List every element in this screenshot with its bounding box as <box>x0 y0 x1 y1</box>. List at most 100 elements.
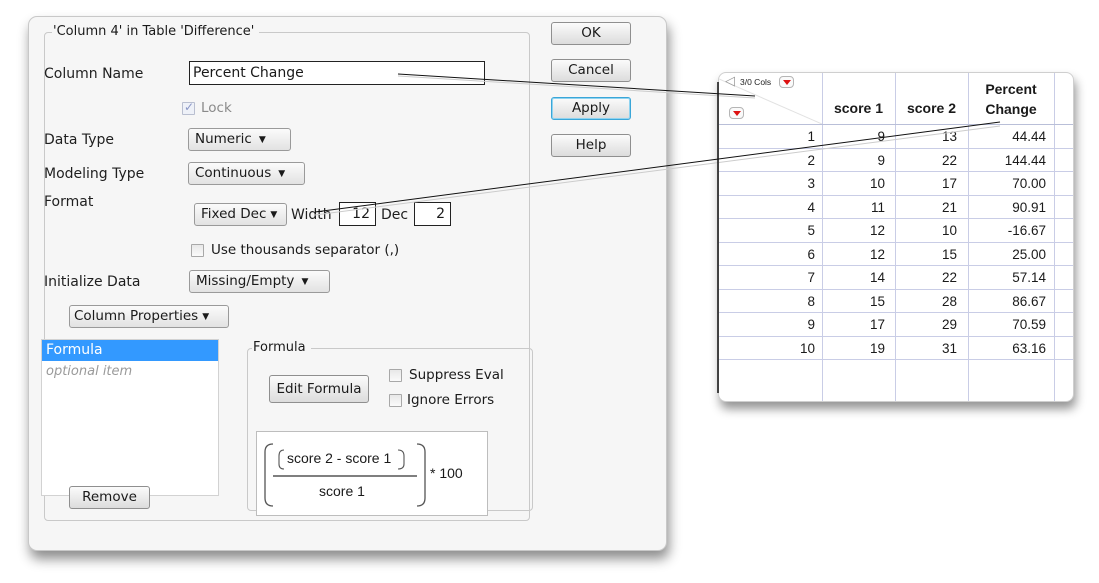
table-row[interactable]: 5 12 10 -16.67 <box>719 219 1073 243</box>
ok-button[interactable]: OK <box>551 22 631 45</box>
table-cell[interactable]: 15 <box>825 294 885 309</box>
table-cell[interactable]: 86.67 <box>971 294 1046 309</box>
table-cell[interactable]: 10 <box>825 176 885 191</box>
column-name-input[interactable] <box>189 61 485 85</box>
column-properties-dropdown[interactable]: Column Properties ▼ <box>69 305 229 328</box>
formula-legend: Formula <box>252 340 311 356</box>
list-item-formula[interactable]: Formula <box>42 340 218 361</box>
table-cell[interactable]: 21 <box>897 200 957 215</box>
table-cell[interactable]: 90.91 <box>971 200 1046 215</box>
formula-display[interactable]: score 2 - score 1 score 1 * 100 <box>256 431 488 516</box>
table-cell[interactable]: 15 <box>897 247 957 262</box>
table-cell[interactable]: 44.44 <box>971 129 1046 144</box>
table-cell[interactable]: 17 <box>825 317 885 332</box>
format-value: Fixed Dec <box>201 206 267 222</box>
initialize-data-dropdown[interactable]: Missing/Empty ▼ <box>189 270 330 293</box>
chevron-down-icon: ▼ <box>258 135 266 145</box>
table-cell[interactable]: 70.00 <box>971 176 1046 191</box>
column-properties-label: Column Properties <box>74 308 199 324</box>
table-cell[interactable]: 12 <box>825 223 885 238</box>
column-header-score2[interactable]: score 2 <box>895 100 968 116</box>
width-input[interactable]: 12 <box>339 202 376 226</box>
table-row[interactable]: 7 14 22 57.14 <box>719 266 1073 290</box>
remove-button[interactable]: Remove <box>69 486 150 509</box>
table-cell[interactable]: 9 <box>825 153 885 168</box>
table-cell[interactable]: 14 <box>825 270 885 285</box>
row-number[interactable]: 10 <box>735 341 815 356</box>
chevron-down-icon: ▼ <box>202 312 210 322</box>
suppress-eval-checkbox[interactable] <box>389 369 402 382</box>
row-number[interactable]: 3 <box>735 176 815 191</box>
table-row[interactable]: 2 9 22 144.44 <box>719 149 1073 172</box>
table-cell[interactable]: 29 <box>897 317 957 332</box>
table-row[interactable]: 10 19 31 63.16 <box>719 337 1073 360</box>
dec-input[interactable]: 2 <box>414 202 451 226</box>
lock-label: Lock <box>201 100 232 116</box>
row-number[interactable]: 9 <box>735 317 815 332</box>
table-cell[interactable]: 11 <box>825 200 885 215</box>
table-cell[interactable]: 28 <box>897 294 957 309</box>
list-item-optional[interactable]: optional item <box>42 361 218 382</box>
lock-checkbox[interactable]: ✓ <box>182 100 195 115</box>
initialize-data-label: Initialize Data <box>44 274 141 290</box>
row-number[interactable]: 1 <box>735 129 815 144</box>
table-cell[interactable]: 31 <box>897 341 957 356</box>
table-cell[interactable]: 22 <box>897 270 957 285</box>
table-row[interactable]: 8 15 28 86.67 <box>719 290 1073 313</box>
row-number[interactable]: 7 <box>735 270 815 285</box>
formula-numerator: score 2 - score 1 <box>287 450 392 466</box>
table-cell[interactable]: -16.67 <box>971 223 1046 238</box>
edit-formula-button[interactable]: Edit Formula <box>269 375 369 403</box>
cancel-button[interactable]: Cancel <box>551 59 631 82</box>
table-cell[interactable]: 25.00 <box>971 247 1046 262</box>
row-number[interactable]: 8 <box>735 294 815 309</box>
thousands-separator-checkbox[interactable] <box>191 244 204 257</box>
dialog-legend: 'Column 4' in Table 'Difference' <box>52 24 260 40</box>
modeling-type-value: Continuous <box>195 165 272 181</box>
modeling-type-dropdown[interactable]: Continuous ▼ <box>188 162 305 185</box>
table-cell[interactable]: 13 <box>897 129 957 144</box>
row-number[interactable]: 2 <box>735 153 815 168</box>
row-number[interactable]: 5 <box>735 223 815 238</box>
column-header-score1[interactable]: score 1 <box>822 100 895 116</box>
table-row[interactable]: 1 9 13 44.44 <box>719 125 1073 149</box>
help-button[interactable]: Help <box>551 134 631 157</box>
column-info-dialog: 'Column 4' in Table 'Difference' Column … <box>28 16 667 551</box>
table-row[interactable]: 6 12 15 25.00 <box>719 243 1073 266</box>
table-cell[interactable]: 10 <box>897 223 957 238</box>
grid-line <box>719 359 1073 360</box>
width-label: Width <box>291 207 332 223</box>
data-type-label: Data Type <box>44 132 115 148</box>
table-cell[interactable]: 63.16 <box>971 341 1046 356</box>
column-header-line2: Change <box>985 101 1037 117</box>
ignore-errors-checkbox[interactable] <box>389 394 402 407</box>
dec-label: Dec <box>381 207 409 223</box>
chevron-down-icon: ▼ <box>301 277 309 287</box>
thousands-separator-label: Use thousands separator (,) <box>211 242 400 258</box>
data-type-dropdown[interactable]: Numeric ▼ <box>188 128 291 151</box>
table-cell[interactable]: 57.14 <box>971 270 1046 285</box>
initialize-data-value: Missing/Empty <box>196 273 295 289</box>
table-cell[interactable]: 144.44 <box>971 153 1046 168</box>
row-number[interactable]: 4 <box>735 200 815 215</box>
table-row[interactable]: 3 10 17 70.00 <box>719 172 1073 196</box>
properties-list[interactable]: Formula optional item <box>41 339 219 496</box>
table-row[interactable]: 9 17 29 70.59 <box>719 313 1073 337</box>
table-cell[interactable]: 19 <box>825 341 885 356</box>
collapse-arrow-icon[interactable]: ◁ <box>725 74 735 89</box>
table-cell[interactable]: 17 <box>897 176 957 191</box>
rows-menu-red-triangle-icon[interactable] <box>729 107 744 119</box>
data-type-value: Numeric <box>195 131 252 147</box>
table-cell[interactable]: 12 <box>825 247 885 262</box>
column-header-percent-change[interactable]: Percent Change <box>968 79 1054 119</box>
table-cell[interactable]: 70.59 <box>971 317 1046 332</box>
table-cell[interactable]: 9 <box>825 129 885 144</box>
columns-menu-red-triangle-icon[interactable] <box>779 76 794 88</box>
ignore-errors-label: Ignore Errors <box>407 392 495 408</box>
table-row[interactable]: 4 11 21 90.91 <box>719 196 1073 219</box>
table-cell[interactable]: 22 <box>897 153 957 168</box>
row-number[interactable]: 6 <box>735 247 815 262</box>
format-dropdown[interactable]: Fixed Dec ▼ <box>194 203 287 226</box>
apply-button[interactable]: Apply <box>551 97 631 120</box>
suppress-eval-label: Suppress Eval <box>409 367 504 383</box>
